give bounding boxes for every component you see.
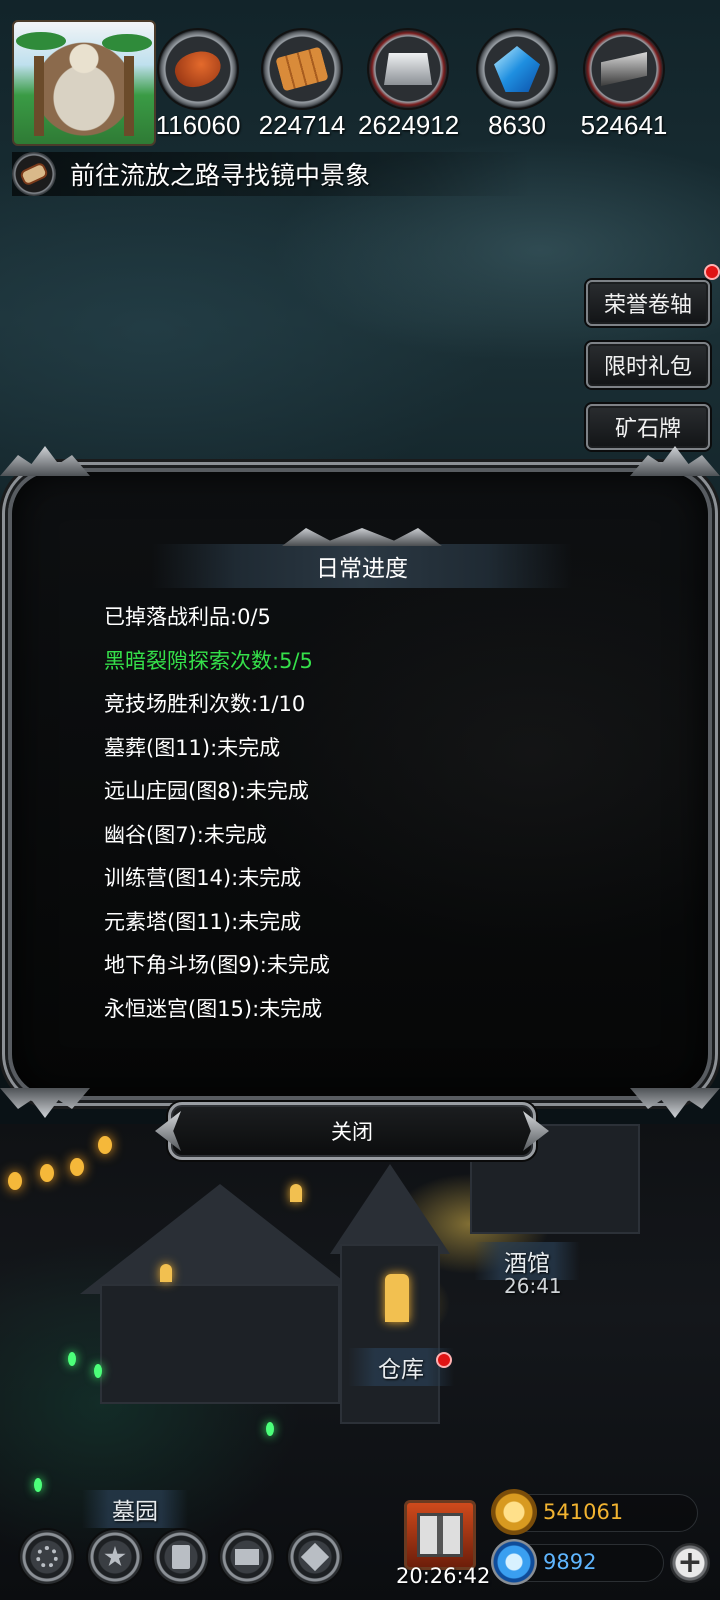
resource-steel[interactable]: 524641	[574, 30, 674, 141]
list-item: 已掉落战利品:0/5	[104, 605, 271, 629]
honor-scroll-button[interactable]: 荣誉卷轴	[586, 280, 710, 326]
settings-icon	[36, 1546, 58, 1568]
gem-value: 9892	[543, 1550, 597, 1574]
palm-tree-icon	[124, 56, 134, 136]
dialog-title: 日常进度	[316, 556, 408, 582]
star-button[interactable]	[88, 1530, 142, 1584]
mail-icon	[235, 1549, 259, 1565]
mail-button[interactable]	[220, 1530, 274, 1584]
star-icon	[104, 1546, 126, 1567]
palm-tree-icon	[34, 56, 44, 136]
gem-balance: 9892	[491, 1539, 664, 1585]
building	[100, 1284, 340, 1404]
meat-icon	[170, 45, 226, 93]
list-item: 竞技场胜利次数:1/10	[104, 692, 306, 716]
list-item: 幽谷(图7):未完成	[104, 822, 267, 847]
quest-text: 前往流放之路寻找镜中景象	[70, 161, 371, 190]
resource-iron-value: 2624912	[358, 110, 460, 140]
resource-crystal[interactable]: 8630	[467, 30, 567, 141]
shop-icon	[300, 1542, 330, 1572]
wood-icon	[275, 46, 329, 92]
ore-badge-button[interactable]: 矿石牌	[586, 404, 710, 450]
list-item: 远山庄园(图8):未完成	[104, 779, 309, 803]
shop-button[interactable]	[288, 1530, 342, 1584]
close-button[interactable]: 关闭	[168, 1102, 536, 1160]
leaf-icon	[102, 34, 152, 52]
player-avatar[interactable]	[12, 20, 156, 146]
daily-progress-list[interactable]: 已掉落战利品:0/5 黑暗裂隙探索次数:5/5 竞技场胜利次数:1/10 墓葬(…	[104, 596, 624, 1024]
list-item: 地下角斗场(图9):未完成	[104, 953, 330, 977]
scroll-icon	[12, 152, 56, 196]
quest-tracker[interactable]: 前往流放之路寻找镜中景象	[12, 152, 532, 196]
ornament-icon	[282, 528, 442, 546]
graveyard-label[interactable]: 墓园	[82, 1490, 188, 1528]
daily-progress-dialog: 日常进度 已掉落战利品:0/5 黑暗裂隙探索次数:5/5 竞技场胜利次数:1/1…	[0, 446, 720, 1100]
codex-icon	[172, 1545, 190, 1569]
resource-meat[interactable]: 116060	[148, 30, 248, 141]
gold-balance: 541061	[491, 1489, 698, 1535]
add-currency-button[interactable]: +	[670, 1543, 710, 1583]
gem-icon	[491, 1539, 537, 1585]
iron-icon	[384, 53, 432, 85]
gold-coin-icon	[491, 1489, 537, 1535]
gift-button[interactable]	[404, 1500, 476, 1570]
settings-button[interactable]	[20, 1530, 74, 1584]
list-item: 黑暗裂隙探索次数:5/5	[104, 648, 313, 673]
resource-steel-value: 524641	[580, 110, 668, 140]
codex-button[interactable]	[154, 1530, 208, 1584]
notification-dot	[704, 264, 720, 280]
resource-wood[interactable]: 224714	[252, 30, 352, 141]
tavern-timer: 26:41	[504, 1274, 562, 1298]
resource-iron[interactable]: 2624912	[358, 30, 460, 141]
crystal-icon	[494, 46, 540, 92]
leaf-icon	[16, 32, 66, 50]
clock: 20:26:42	[396, 1564, 491, 1588]
dialog-header: 日常进度	[152, 528, 572, 588]
resource-meat-value: 116060	[155, 110, 241, 140]
warehouse-building[interactable]	[340, 1244, 440, 1424]
limited-gift-pack-button[interactable]: 限时礼包	[586, 342, 710, 388]
list-item: 墓葬(图11):未完成	[104, 735, 281, 760]
list-item: 训练营(图14):未完成	[104, 866, 302, 890]
gift-icon	[417, 1513, 463, 1557]
list-item: 永恒迷宫(图15):未完成	[104, 996, 323, 1021]
resource-crystal-value: 8630	[488, 110, 546, 140]
resource-wood-value: 224714	[258, 110, 346, 140]
notification-dot	[436, 1352, 452, 1368]
steel-icon	[601, 52, 647, 86]
list-item: 元素塔(图11):未完成	[104, 909, 302, 934]
gold-value: 541061	[543, 1500, 624, 1524]
